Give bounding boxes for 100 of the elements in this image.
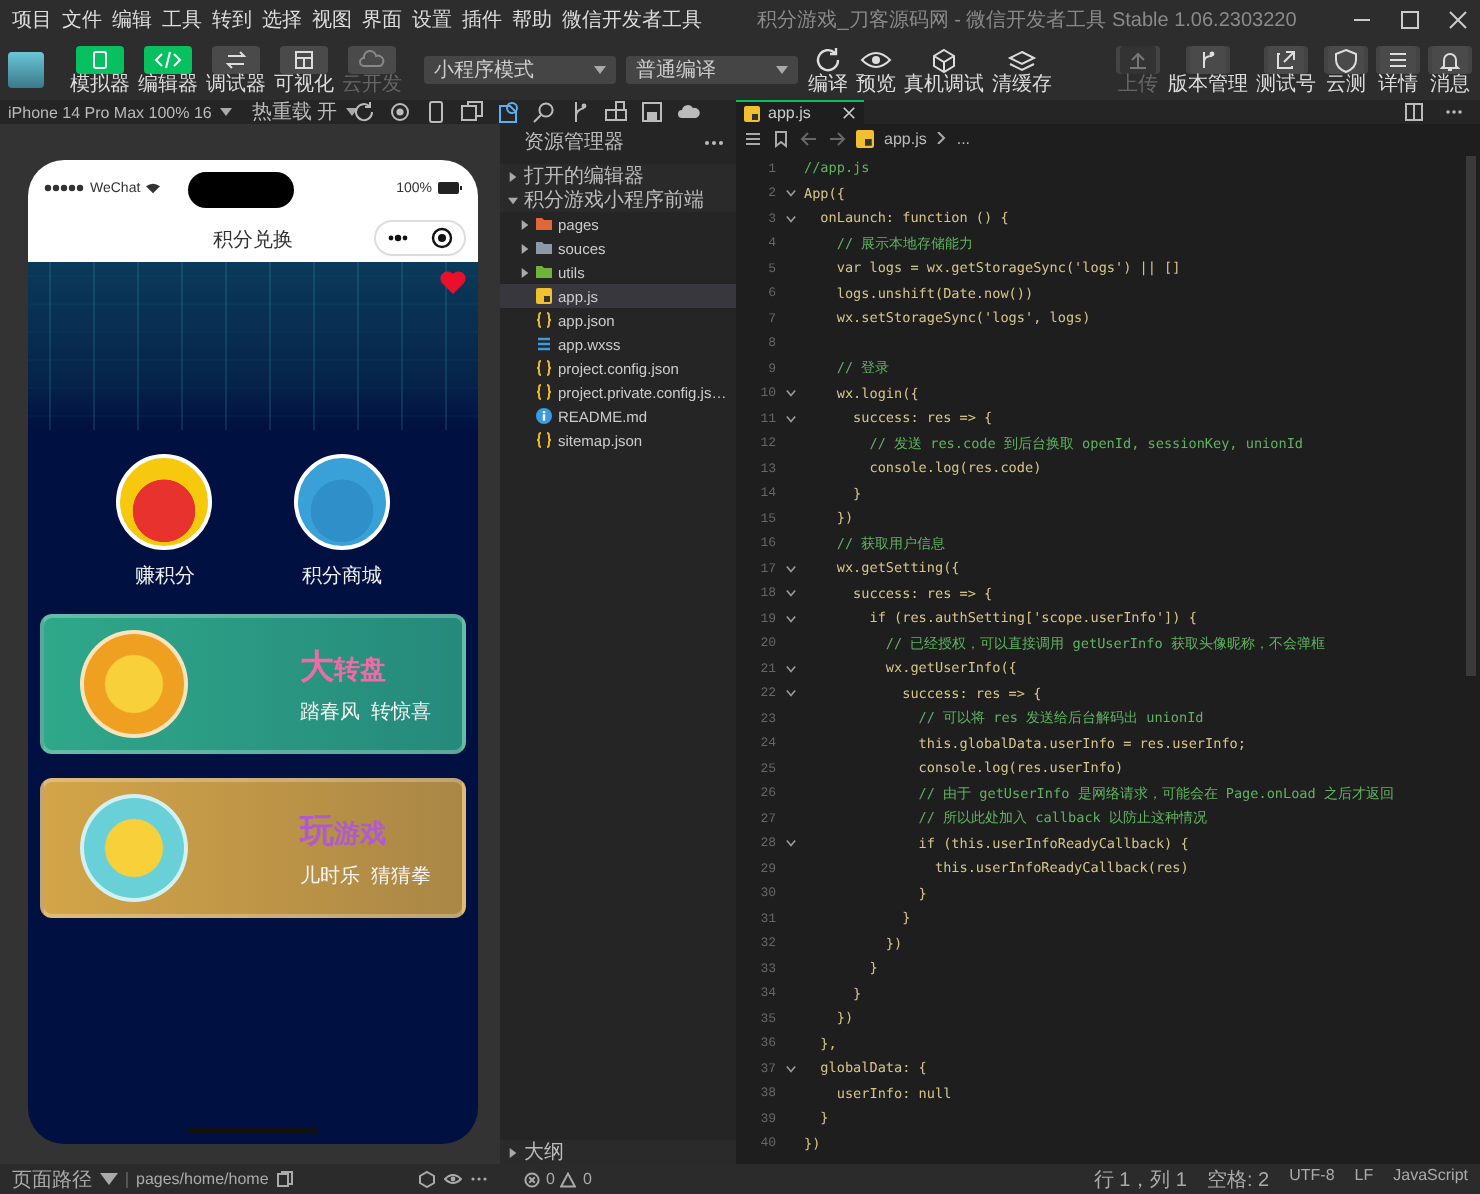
breadcrumb-item[interactable]: app.js [884,129,927,147]
entry-label[interactable]: 积分商城 [301,562,382,590]
editor-tab[interactable]: app.js [736,100,864,124]
promo-card[interactable]: 大转盘 踏春风 转惊喜 [40,614,466,754]
fold-chevron-icon[interactable] [785,188,795,199]
toolbar-button[interactable]: 调试器 [206,45,266,95]
menu-item[interactable]: 项目 [12,6,52,34]
compile-dropdown[interactable]: 普通编译 [626,56,798,84]
bookmark-icon[interactable] [772,129,790,147]
capsule-menu[interactable] [374,220,466,256]
scrollbar[interactable] [1466,156,1476,676]
forward-arrow-icon[interactable] [828,129,846,147]
status-item[interactable]: 空格: 2 [1207,1165,1270,1193]
back-arrow-icon[interactable] [800,129,818,147]
toolbar-button[interactable]: 模拟器 [70,45,130,95]
caret-icon [100,1170,118,1188]
upload-icon [1116,45,1160,73]
toolbar-button[interactable]: 测试号 [1256,45,1316,95]
chevron-icon[interactable] [508,195,518,205]
toolbar-button[interactable]: 消息 [1428,45,1472,95]
warning-icon[interactable] [560,1171,577,1187]
split-editor-icon[interactable] [1404,102,1424,122]
record-icon[interactable] [388,100,412,124]
menu-item[interactable]: 编辑 [112,6,152,34]
heart-icon[interactable] [440,270,466,294]
menu-item[interactable]: 微信开发者工具 [562,6,702,34]
cube-icon[interactable] [418,1170,436,1188]
search-icon[interactable] [532,100,556,124]
fold-chevron-icon[interactable] [785,838,795,849]
device-selector[interactable]: iPhone 14 Pro Max 100% 16 [8,103,212,121]
card-subtitle: 踏春风 转惊喜 [300,699,432,725]
blocks-icon[interactable] [604,100,628,124]
windows-icon[interactable] [460,100,484,124]
menu-item[interactable]: 设置 [412,6,452,34]
toolbar-button[interactable]: 版本管理 [1168,45,1248,95]
section-header[interactable]: 大纲 [524,1138,564,1166]
battery-icon [438,182,462,194]
caret-icon [776,66,788,74]
card-subtitle: 儿时乐 猜猜拳 [300,863,432,889]
more-icon[interactable] [704,139,724,145]
list-icon[interactable] [744,129,762,147]
status-item[interactable]: JavaScript [1393,1165,1468,1193]
close-icon[interactable] [1448,10,1468,30]
fold-chevron-icon[interactable] [785,1063,795,1074]
fold-chevron-icon[interactable] [785,388,795,399]
error-icon[interactable] [524,1171,540,1187]
maximize-icon[interactable] [1400,10,1420,30]
fold-chevron-icon[interactable] [785,413,795,424]
toolbar-button[interactable]: 云测 [1324,45,1368,95]
menu-item[interactable]: 转到 [212,6,252,34]
phone-icon[interactable] [424,100,448,124]
target-icon[interactable] [430,226,454,250]
menu-item[interactable]: 界面 [362,6,402,34]
braces-icon [536,360,552,376]
toolbar-button[interactable]: 详情 [1376,45,1420,95]
menu-item[interactable]: 工具 [162,6,202,34]
fold-chevron-icon[interactable] [785,563,795,574]
illustration-placeholder[interactable] [116,454,213,550]
fold-chevron-icon[interactable] [785,688,795,699]
chevron-icon[interactable] [508,1147,518,1157]
refresh-icon[interactable] [352,100,376,124]
js-file-icon [536,288,552,304]
menu-item[interactable]: 选择 [262,6,302,34]
chevron-icon[interactable] [508,171,518,181]
toolbar-button[interactable]: 可视化 [274,45,334,95]
fold-chevron-icon[interactable] [785,663,795,674]
status-item[interactable]: LF [1354,1165,1374,1193]
braces-icon [536,432,552,448]
menu-item[interactable]: 插件 [462,6,502,34]
menu-item[interactable]: 帮助 [512,6,552,34]
hot-reload-toggle[interactable]: 热重载 开 [251,98,338,126]
fold-chevron-icon[interactable] [785,588,795,599]
toolbar-button[interactable]: 编辑器 [138,45,198,95]
chevron-icon[interactable] [520,243,530,253]
menu-item[interactable]: 视图 [312,6,352,34]
js-file-icon [856,129,874,147]
illustration-placeholder[interactable] [293,454,390,550]
status-item[interactable]: UTF-8 [1289,1165,1335,1193]
toolbar-button[interactable]: 真机调试 [904,45,984,95]
entry-label[interactable]: 赚积分 [134,562,195,590]
toolbar-button[interactable]: 编译 [808,45,848,95]
breadcrumb-item[interactable]: ... [956,129,971,147]
chevron-icon[interactable] [520,219,530,229]
toolbar-button[interactable]: 清缓存 [992,45,1052,95]
menu-item[interactable]: 文件 [62,6,102,34]
save-icon[interactable] [640,100,664,124]
toolbar-button[interactable]: 预览 [856,45,896,95]
fold-chevron-icon[interactable] [785,213,795,224]
cloud-icon[interactable] [676,100,700,124]
window-title: 积分游戏_刀客源码网 - 微信开发者工具 Stable 1.06.2303220 [755,7,1299,34]
panel-title: 资源管理器 [524,130,624,156]
page-path-label[interactable]: 页面路径 [12,1165,92,1193]
copy-icon[interactable] [276,1170,295,1188]
mode-dropdown[interactable]: 小程序模式 [424,56,616,84]
status-item[interactable]: 行 1，列 1 [1093,1165,1187,1193]
close-icon[interactable] [842,106,856,120]
fold-chevron-icon[interactable] [785,613,795,624]
files-icon[interactable] [496,100,520,124]
chevron-icon[interactable] [520,267,530,277]
eye-icon[interactable] [444,1170,462,1188]
